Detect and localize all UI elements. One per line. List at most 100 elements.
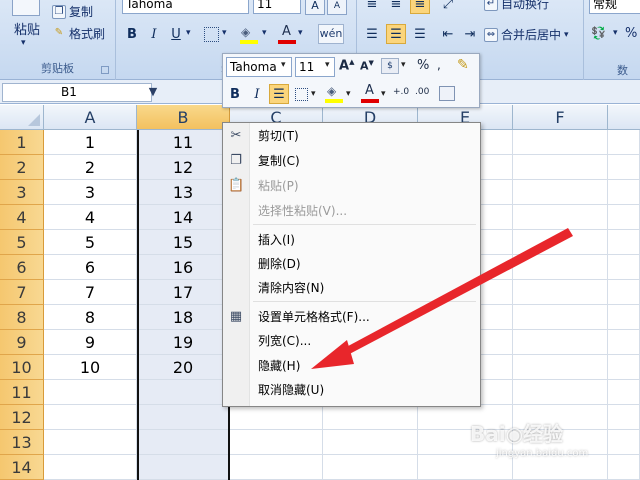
percent-icon[interactable]: %	[625, 26, 637, 41]
row-header[interactable]: 8	[0, 305, 44, 330]
grid-cell[interactable]: 11	[137, 130, 230, 155]
align-top-icon[interactable]: ≡	[362, 0, 382, 14]
font-name-combo[interactable]: Tahoma	[122, 0, 249, 14]
underline-button[interactable]: U	[166, 24, 186, 44]
row-header[interactable]: 1	[0, 130, 44, 155]
paste-button[interactable]: 粘贴 ▾	[6, 0, 46, 60]
percent-icon[interactable]: %	[417, 58, 429, 73]
chevron-down-icon[interactable]: ▾	[262, 28, 267, 38]
grid-cell[interactable]	[608, 305, 640, 330]
row-header[interactable]: 2	[0, 155, 44, 180]
grid-cell[interactable]	[230, 405, 323, 430]
context-menu-item[interactable]: ▦ 设置单元格格式(F)...	[223, 305, 480, 329]
grid-cell[interactable]	[137, 380, 230, 405]
select-all-corner[interactable]	[0, 105, 44, 130]
row-header[interactable]: 5	[0, 230, 44, 255]
align-right-icon[interactable]: ☰	[410, 24, 430, 44]
grid-cell[interactable]: 18	[137, 305, 230, 330]
grid-cell[interactable]: 17	[137, 280, 230, 305]
grid-cell[interactable]	[608, 430, 640, 455]
grid-cell[interactable]	[323, 430, 418, 455]
chevron-down-icon[interactable]: ▾	[186, 28, 191, 38]
row-header[interactable]: 14	[0, 455, 44, 480]
italic-button[interactable]: I	[144, 24, 164, 44]
wrap-text-button[interactable]: ↵ 自动换行	[484, 0, 549, 12]
row-header[interactable]: 13	[0, 430, 44, 455]
shrink-font-button[interactable]: A	[327, 0, 347, 15]
decrease-indent-icon[interactable]: ⇤	[438, 24, 458, 44]
grid-cell[interactable]	[513, 180, 608, 205]
grid-cell[interactable]	[44, 455, 137, 480]
context-menu-item[interactable]: 取消隐藏(U)	[223, 378, 480, 402]
grid-cell[interactable]	[44, 380, 137, 405]
grid-cell[interactable]: 1	[44, 130, 137, 155]
grid-cell[interactable]	[608, 455, 640, 480]
row-header[interactable]: 12	[0, 405, 44, 430]
context-menu-item[interactable]: ❐ 复制(C)	[223, 149, 480, 173]
grid-cell[interactable]: 12	[137, 155, 230, 180]
align-center-icon[interactable]: ☰	[386, 24, 406, 44]
increase-indent-icon[interactable]: ⇥	[460, 24, 480, 44]
grid-cell[interactable]: 2	[44, 155, 137, 180]
grid-cell[interactable]	[513, 280, 608, 305]
grid-cell[interactable]: 20	[137, 355, 230, 380]
chevron-down-icon[interactable]: ▾	[401, 60, 406, 70]
grid-cell[interactable]: 8	[44, 305, 137, 330]
grid-cell[interactable]	[323, 455, 418, 480]
grid-cell[interactable]	[513, 355, 608, 380]
grid-cell[interactable]	[608, 355, 640, 380]
grid-cell[interactable]: 5	[44, 230, 137, 255]
column-header-f[interactable]: F	[513, 105, 608, 130]
grow-font-button[interactable]: A	[305, 0, 325, 15]
chevron-down-icon[interactable]: ▾	[311, 89, 316, 99]
row-header[interactable]: 3	[0, 180, 44, 205]
shrink-font-icon[interactable]: A▼	[360, 59, 374, 73]
grid-cell[interactable]	[608, 380, 640, 405]
chevron-down-icon[interactable]: ▾	[381, 89, 386, 99]
orientation-icon[interactable]: ⤢	[438, 0, 458, 14]
grid-cell[interactable]	[608, 180, 640, 205]
grid-cell[interactable]	[608, 130, 640, 155]
mini-align-center-icon[interactable]: ☰	[269, 84, 289, 104]
comma-style-icon[interactable]: ,	[437, 58, 441, 72]
grid-cell[interactable]: 10	[44, 355, 137, 380]
grid-cell[interactable]	[513, 205, 608, 230]
context-menu-item[interactable]: 清除内容(N)	[223, 276, 480, 300]
mini-italic-button[interactable]: I	[247, 84, 267, 104]
column-header-next[interactable]	[608, 105, 640, 130]
grid-cell[interactable]: 15	[137, 230, 230, 255]
row-header[interactable]: 6	[0, 255, 44, 280]
font-color-button[interactable]: A	[278, 24, 296, 44]
grid-cell[interactable]: 16	[137, 255, 230, 280]
chevron-down-icon[interactable]: ▾	[222, 28, 227, 38]
align-left-icon[interactable]: ☰	[362, 24, 382, 44]
context-menu-item[interactable]: 删除(D)	[223, 252, 480, 276]
context-menu-item[interactable]: 列宽(C)...	[223, 329, 480, 353]
grid-cell[interactable]	[608, 155, 640, 180]
column-header-b[interactable]: B	[137, 105, 230, 130]
bold-button[interactable]: B	[122, 24, 142, 44]
grow-font-icon[interactable]: A▲	[339, 58, 354, 73]
merge-cells-icon[interactable]	[439, 86, 455, 101]
grid-cell[interactable]	[230, 430, 323, 455]
grid-cell[interactable]: 14	[137, 205, 230, 230]
grid-cell[interactable]	[137, 405, 230, 430]
context-menu-item[interactable]: ✂ 剪切(T)	[223, 124, 480, 148]
chevron-down-icon[interactable]: ▾	[325, 60, 330, 70]
mini-fill-color-button[interactable]: ◈	[325, 84, 343, 103]
name-box-chevron-icon[interactable]: ▼	[146, 84, 160, 100]
grid-cell[interactable]	[513, 380, 608, 405]
mini-font-color-button[interactable]: A	[361, 83, 379, 103]
grid-cell[interactable]	[137, 430, 230, 455]
format-painter-icon[interactable]: ✎	[457, 57, 469, 73]
phonetic-icon[interactable]: wén	[318, 24, 344, 44]
grid-cell[interactable]	[44, 430, 137, 455]
grid-cell[interactable]	[513, 230, 608, 255]
grid-cell[interactable]	[608, 255, 640, 280]
grid-cell[interactable]	[513, 155, 608, 180]
grid-cell[interactable]: 7	[44, 280, 137, 305]
grid-cell[interactable]: 6	[44, 255, 137, 280]
row-header[interactable]: 9	[0, 330, 44, 355]
font-size-combo[interactable]: 11	[253, 0, 301, 14]
grid-cell[interactable]	[137, 455, 230, 480]
